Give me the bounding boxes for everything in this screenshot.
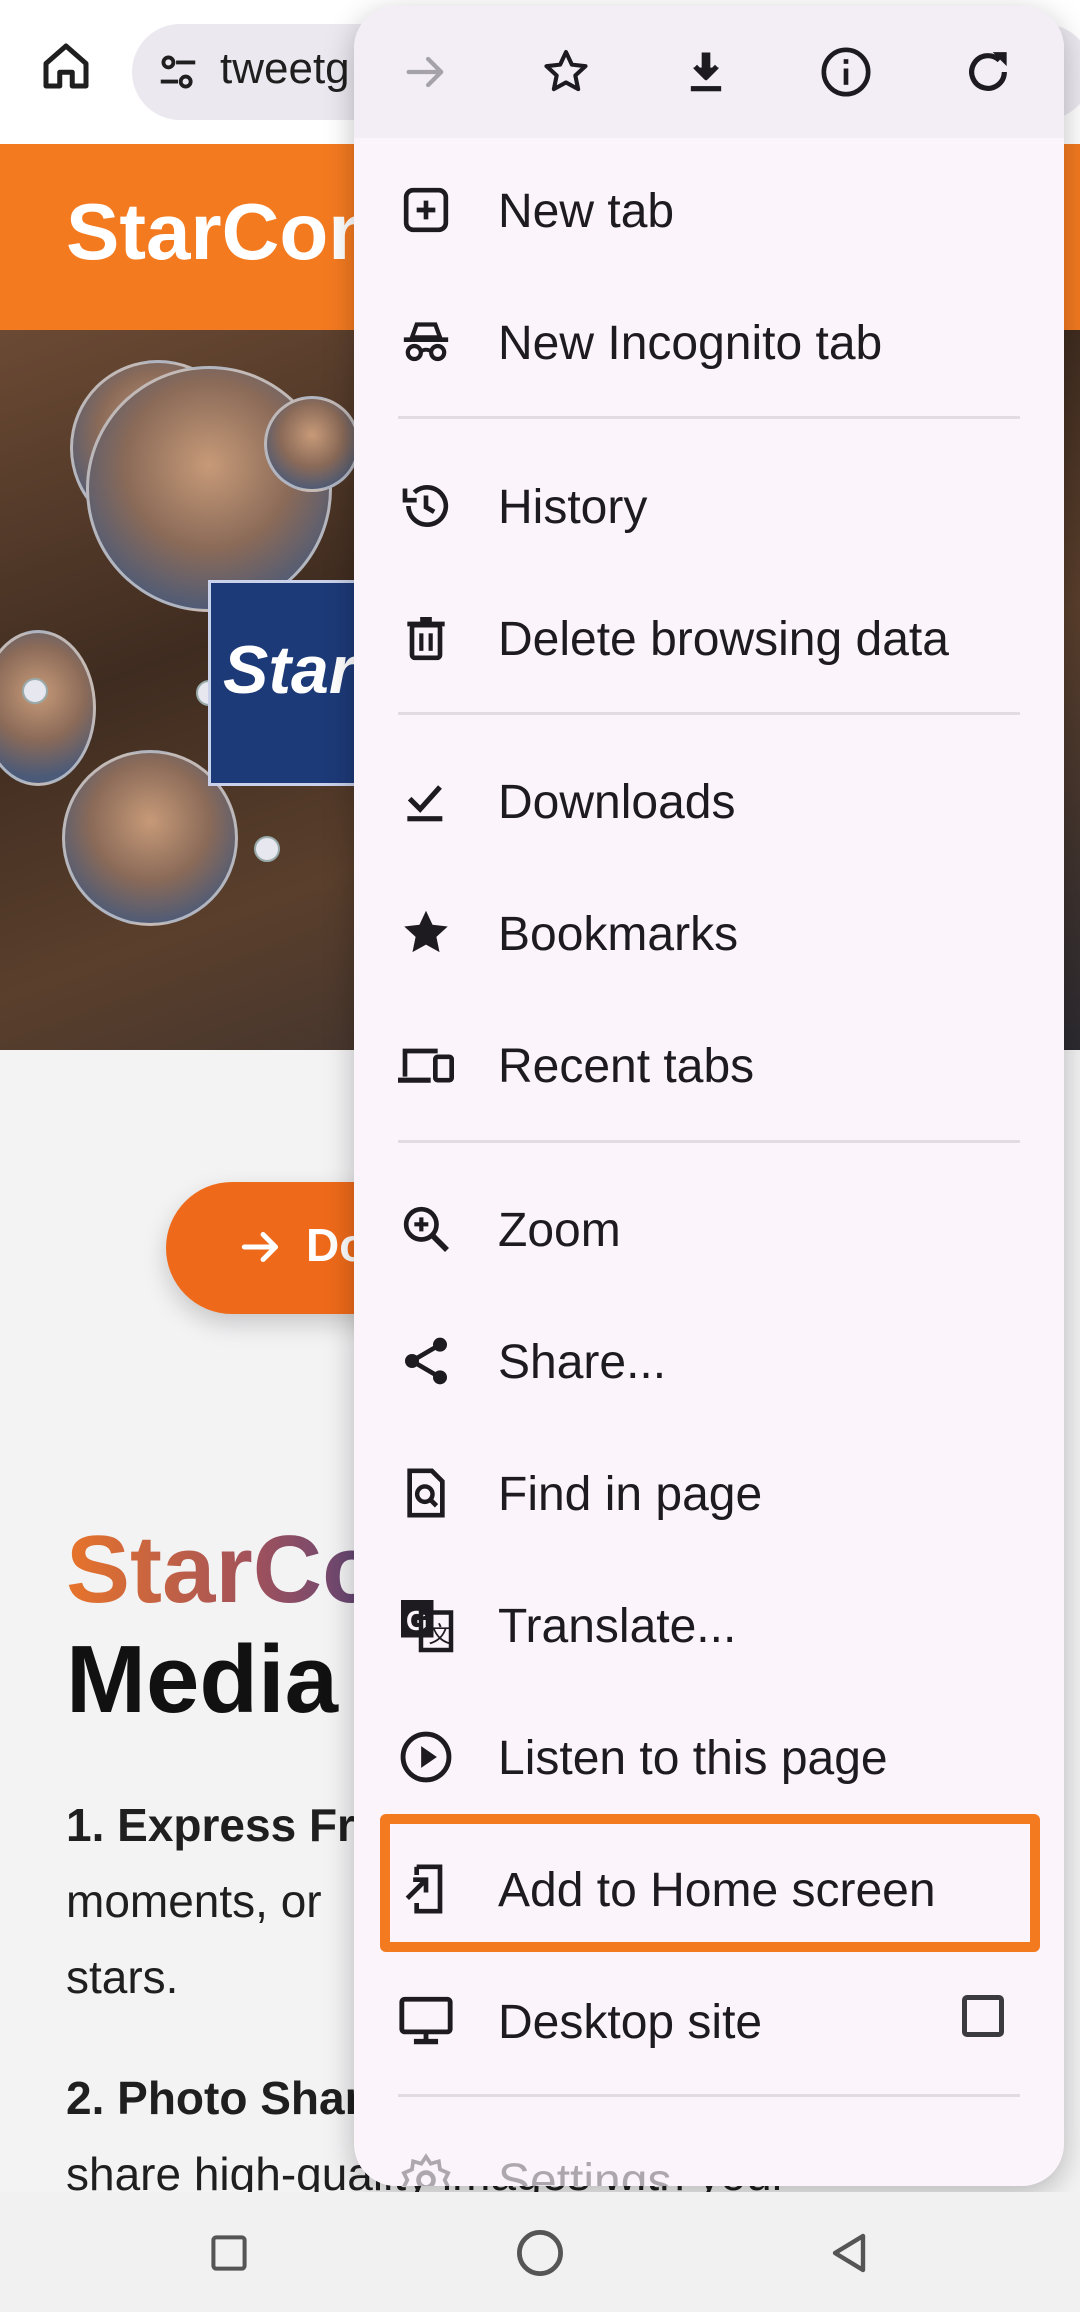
menu-item-label: New tab	[498, 185, 675, 238]
hero-sign-text: Star	[223, 632, 356, 708]
menu-item-label: Translate...	[498, 1600, 737, 1653]
menu-item-label: History	[498, 481, 648, 534]
history-icon	[394, 474, 458, 538]
menu-item-listen-to-this-page[interactable]: Listen to this page	[354, 1691, 1064, 1823]
menu-item-share[interactable]: Share...	[354, 1295, 1064, 1427]
menu-item-desktop-site[interactable]: Desktop site	[354, 1955, 1064, 2087]
menu-divider	[398, 712, 1020, 715]
menu-item-label: Find in page	[498, 1468, 763, 1521]
downloads-check-icon	[394, 769, 458, 833]
menu-item-zoom[interactable]: Zoom	[354, 1163, 1064, 1295]
section-2-title: 2. Photo Shar	[66, 2072, 363, 2124]
star-filled-icon	[394, 901, 458, 965]
arrow-right-icon	[236, 1222, 286, 1272]
circle-icon[interactable]	[505, 2218, 575, 2288]
section-1-line-2: stars.	[66, 1951, 179, 2003]
find-in-page-icon	[394, 1461, 458, 1525]
overflow-menu: New tab New Incognito tab History Delete…	[354, 6, 1064, 2186]
incognito-icon	[394, 310, 458, 374]
menu-item-label: Desktop site	[498, 1996, 763, 2049]
triangle-back-icon[interactable]	[816, 2218, 886, 2288]
menu-item-label: Settings	[498, 2155, 672, 2186]
translate-icon: G文	[394, 1593, 458, 1657]
menu-item-find-in-page[interactable]: Find in page	[354, 1427, 1064, 1559]
menu-item-downloads[interactable]: Downloads	[354, 735, 1064, 867]
home-icon[interactable]	[30, 30, 102, 102]
menu-item-label: Downloads	[498, 776, 736, 829]
menu-item-delete-browsing-data[interactable]: Delete browsing data	[354, 572, 1064, 704]
new-tab-icon	[394, 178, 458, 242]
desktop-site-checkbox[interactable]	[962, 1995, 1004, 2037]
share-icon	[394, 1329, 458, 1393]
tune-icon[interactable]	[152, 46, 204, 98]
menu-item-history[interactable]: History	[354, 440, 1064, 572]
site-brand-title[interactable]: StarCon	[66, 186, 377, 278]
svg-text:文: 文	[429, 1623, 452, 1648]
menu-item-label: Zoom	[498, 1204, 621, 1257]
section-1-title: 1. Express Fr	[66, 1799, 355, 1851]
zoom-in-icon	[394, 1197, 458, 1261]
url-text[interactable]: tweetg	[220, 44, 350, 94]
menu-item-label: Bookmarks	[498, 908, 739, 961]
menu-action-row	[354, 6, 1064, 138]
monitor-icon	[394, 1989, 458, 2053]
add-to-home-icon	[394, 1857, 458, 1921]
forward-icon[interactable]	[390, 36, 462, 108]
menu-item-label: New Incognito tab	[498, 317, 883, 370]
menu-item-translate[interactable]: G文 Translate...	[354, 1559, 1064, 1691]
svg-text:G: G	[406, 1605, 427, 1636]
square-icon[interactable]	[194, 2218, 264, 2288]
menu-item-new-incognito-tab[interactable]: New Incognito tab	[354, 276, 1064, 408]
menu-item-add-to-home-screen[interactable]: Add to Home screen	[354, 1823, 1064, 1955]
section-1: 1. Express Fr moments, or stars.	[66, 1787, 355, 2015]
menu-item-label: Recent tabs	[498, 1040, 755, 1093]
gear-icon	[394, 2148, 458, 2186]
menu-item-new-tab[interactable]: New tab	[354, 144, 1064, 276]
refresh-icon[interactable]	[952, 36, 1024, 108]
section-1-line-1: moments, or	[66, 1875, 322, 1927]
download-icon[interactable]	[670, 36, 742, 108]
menu-item-settings[interactable]: Settings	[354, 2114, 1064, 2186]
trash-icon	[394, 606, 458, 670]
info-icon[interactable]	[810, 36, 882, 108]
menu-divider	[398, 2094, 1020, 2097]
menu-item-label: Share...	[498, 1336, 667, 1389]
menu-item-label: Add to Home screen	[498, 1864, 936, 1917]
play-circle-icon	[394, 1725, 458, 1789]
star-outline-icon[interactable]	[530, 36, 602, 108]
menu-item-label: Listen to this page	[498, 1732, 888, 1785]
menu-divider	[398, 416, 1020, 419]
menu-divider	[398, 1140, 1020, 1143]
menu-item-bookmarks[interactable]: Bookmarks	[354, 867, 1064, 999]
menu-item-label: Delete browsing data	[498, 613, 949, 666]
menu-item-recent-tabs[interactable]: Recent tabs	[354, 999, 1064, 1131]
devices-icon	[394, 1033, 458, 1097]
system-nav-bar	[0, 2192, 1080, 2312]
